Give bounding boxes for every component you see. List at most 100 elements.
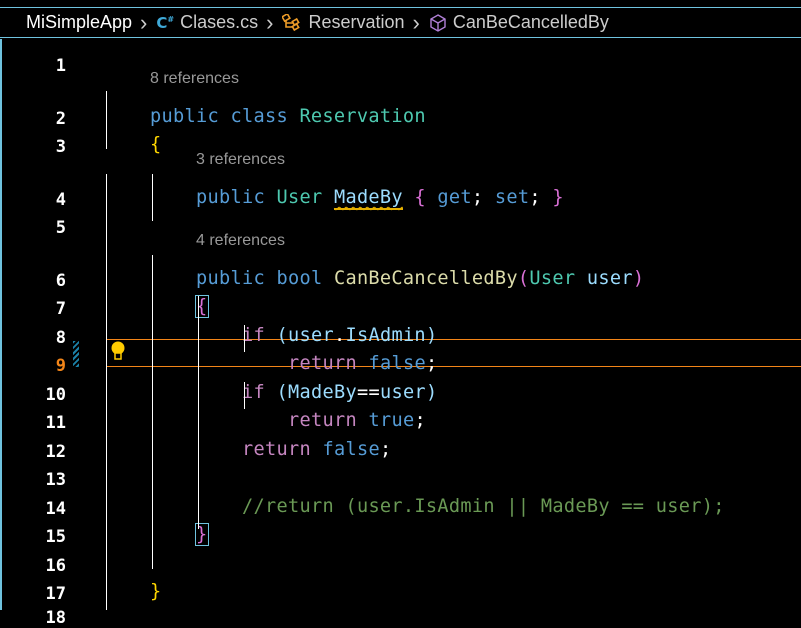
indent-guide <box>152 255 153 569</box>
breadcrumb-label: Clases.cs <box>180 12 259 32</box>
code-token: user <box>379 382 426 403</box>
code-token: CanBeCancelledBy <box>333 268 518 289</box>
indent-guide <box>106 91 107 149</box>
csharp-file-icon: C# <box>156 13 175 32</box>
code-token: ( <box>517 268 530 289</box>
code-line[interactable]: //return (user.IsAdmin || MadeBy == user… <box>242 496 725 517</box>
code-line[interactable]: return false; <box>242 439 391 460</box>
code-line[interactable]: if (MadeBy==user) <box>242 382 437 403</box>
code-token: true <box>368 410 415 431</box>
code-token: == <box>356 382 380 403</box>
breadcrumb: MiSimpleApp › C# Clases.cs › Reservation › CanB… <box>0 8 801 38</box>
code-token: public <box>150 106 231 127</box>
indent-guide <box>152 174 153 221</box>
line-number: 14 <box>45 499 66 519</box>
line-number: 3 <box>55 137 66 157</box>
lightbulb-icon[interactable] <box>110 341 126 365</box>
line-number: 12 <box>45 442 66 462</box>
code-token: return <box>242 439 323 460</box>
code-token: get <box>425 187 472 208</box>
line-number: 16 <box>45 556 66 576</box>
code-token: return <box>288 353 369 374</box>
code-token: { <box>150 134 162 155</box>
code-token: User <box>276 187 334 208</box>
code-token: ; <box>414 410 426 431</box>
indent-guide <box>106 174 107 610</box>
code-token: ; <box>425 353 438 374</box>
code-token: ) <box>632 268 645 289</box>
code-token: public <box>196 268 277 289</box>
code-token: { <box>414 187 426 208</box>
code-line[interactable]: public class Reservation <box>150 106 426 127</box>
code-token: ) <box>425 382 438 403</box>
code-line[interactable]: return true; <box>288 410 426 431</box>
chevron-right-icon: › <box>266 9 274 35</box>
code-token: ; <box>529 187 553 208</box>
breadcrumb-item[interactable]: C# Clases.cs <box>156 12 258 33</box>
breadcrumb-label: MiSimpleApp <box>26 12 133 32</box>
code-token: false <box>368 353 426 374</box>
code-token: set <box>494 187 530 208</box>
code-token: MadeBy <box>333 187 403 210</box>
indent-guide <box>244 325 245 352</box>
line-number: 9 <box>55 356 66 376</box>
breadcrumb-item[interactable]: MiSimpleApp <box>26 12 132 33</box>
code-token: class <box>230 106 300 127</box>
code-token: if <box>242 325 277 346</box>
method-icon <box>429 13 447 32</box>
code-token: return <box>288 410 369 431</box>
code-line[interactable]: public User MadeBy { get; set; } <box>196 187 564 210</box>
code-token: user <box>287 325 334 346</box>
breadcrumb-item[interactable]: Reservation <box>282 12 405 33</box>
indent-guide <box>244 382 245 409</box>
code-line[interactable]: if (user.IsAdmin) <box>242 325 437 346</box>
code-token: User <box>529 268 587 289</box>
code-token: //return (user.IsAdmin || MadeBy == user… <box>242 496 725 517</box>
code-token: ; <box>471 187 495 208</box>
line-number: 1 <box>55 56 66 76</box>
code-line[interactable]: { <box>150 134 162 155</box>
code-line[interactable]: return false; <box>288 353 437 374</box>
code-token: MadeBy <box>287 382 357 403</box>
chevron-right-icon: › <box>140 9 148 35</box>
indent-guide <box>198 296 199 529</box>
breadcrumb-item[interactable]: CanBeCancelledBy <box>429 12 609 33</box>
line-number: 15 <box>45 527 66 547</box>
code-token: user <box>586 268 633 289</box>
chevron-right-icon: › <box>412 9 420 35</box>
line-number: 7 <box>55 299 66 319</box>
code-token: ( <box>276 325 288 346</box>
code-token: ( <box>276 382 288 403</box>
breadcrumb-label: Reservation <box>308 12 405 32</box>
tab-bar-edge <box>0 0 801 8</box>
code-token: ) <box>425 325 438 346</box>
line-number: 4 <box>55 190 66 210</box>
code-token: IsAdmin <box>345 325 426 346</box>
code-line[interactable]: } <box>150 581 162 602</box>
code-token: public <box>196 187 277 208</box>
line-number: 13 <box>45 470 66 490</box>
line-number: 11 <box>45 413 66 433</box>
line-number: 10 <box>45 385 66 405</box>
code-token: } <box>150 581 162 602</box>
code-token: . <box>333 325 346 346</box>
code-line[interactable]: public bool CanBeCancelledBy(User user) <box>196 268 644 289</box>
line-number: 5 <box>55 218 66 238</box>
class-icon <box>282 13 302 32</box>
code-token: ; <box>379 439 392 460</box>
line-number: 17 <box>45 584 66 604</box>
line-number: 18 <box>45 608 66 628</box>
line-number: 2 <box>55 109 66 129</box>
code-editor[interactable]: 128 references public class Reservation 3{… <box>0 39 801 628</box>
code-token: false <box>322 439 380 460</box>
code-token: if <box>242 382 277 403</box>
codelens-references[interactable]: 3 references <box>196 151 285 169</box>
codelens-references[interactable]: 4 references <box>196 232 285 250</box>
line-number: 6 <box>55 271 66 291</box>
git-modified-marker[interactable] <box>73 341 79 367</box>
current-line-highlight <box>106 339 801 367</box>
line-number: 8 <box>55 328 66 348</box>
code-token: } <box>552 187 564 208</box>
codelens-references[interactable]: 8 references <box>150 70 239 88</box>
